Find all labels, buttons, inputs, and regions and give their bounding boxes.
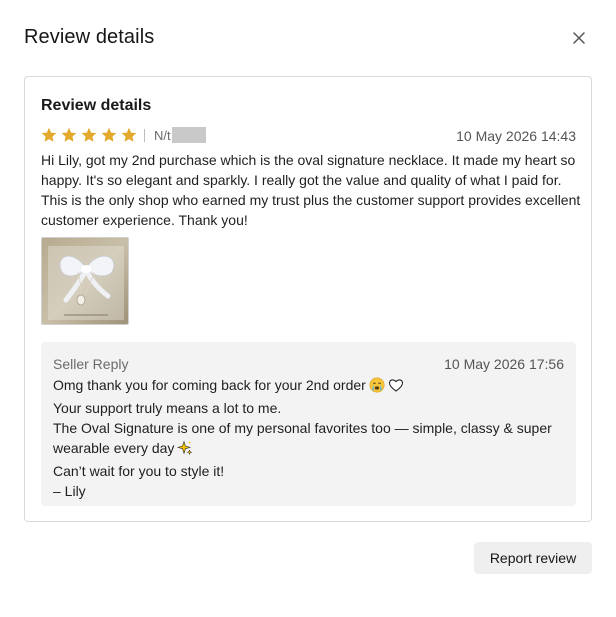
crying-face-icon [369,377,385,398]
star-rating [41,127,137,143]
review-card: Review details N/t 10 May 2026 14:43 Hi … [24,76,592,522]
modal-title: Review details [24,26,155,48]
star-icon [121,127,137,142]
seller-reply-date: 10 May 2026 17:56 [444,356,564,372]
close-button[interactable] [570,29,588,47]
star-icon [41,127,57,142]
seller-reply-line-text: The Oval Signature is one of my personal… [53,420,552,456]
report-review-button[interactable]: Report review [474,542,592,574]
seller-reply-line-text: Omg thank you for coming back for your 2… [53,377,366,393]
star-icon [81,127,97,142]
seller-reply-line: Omg thank you for coming back for your 2… [53,375,553,398]
close-icon [573,32,585,44]
white-heart-icon [388,377,404,398]
review-date: 10 May 2026 14:43 [456,128,576,144]
seller-reply: Seller Reply 10 May 2026 17:56 Omg thank… [41,342,576,506]
seller-reply-text: Omg thank you for coming back for your 2… [53,375,553,501]
seller-reply-line: – Lily [53,483,86,499]
review-photo[interactable] [41,237,129,325]
seller-reply-line: Your support truly means a lot to me. [53,400,282,416]
star-icon [61,127,77,142]
seller-reply-line: The Oval Signature is one of my personal… [53,418,553,461]
redacted-name-block [172,127,206,143]
necklace-photo-image [42,238,128,324]
seller-reply-line: Can’t wait for you to style it! [53,463,225,479]
reviewer-name: N/t [154,128,171,143]
meta-divider [144,129,145,142]
seller-reply-label: Seller Reply [53,356,129,372]
review-meta: N/t 10 May 2026 14:43 [41,127,576,145]
sparkles-icon [177,440,193,461]
review-text: Hi Lily, got my 2nd purchase which is th… [41,152,581,228]
star-icon [101,127,117,142]
review-section-title: Review details [41,97,152,114]
